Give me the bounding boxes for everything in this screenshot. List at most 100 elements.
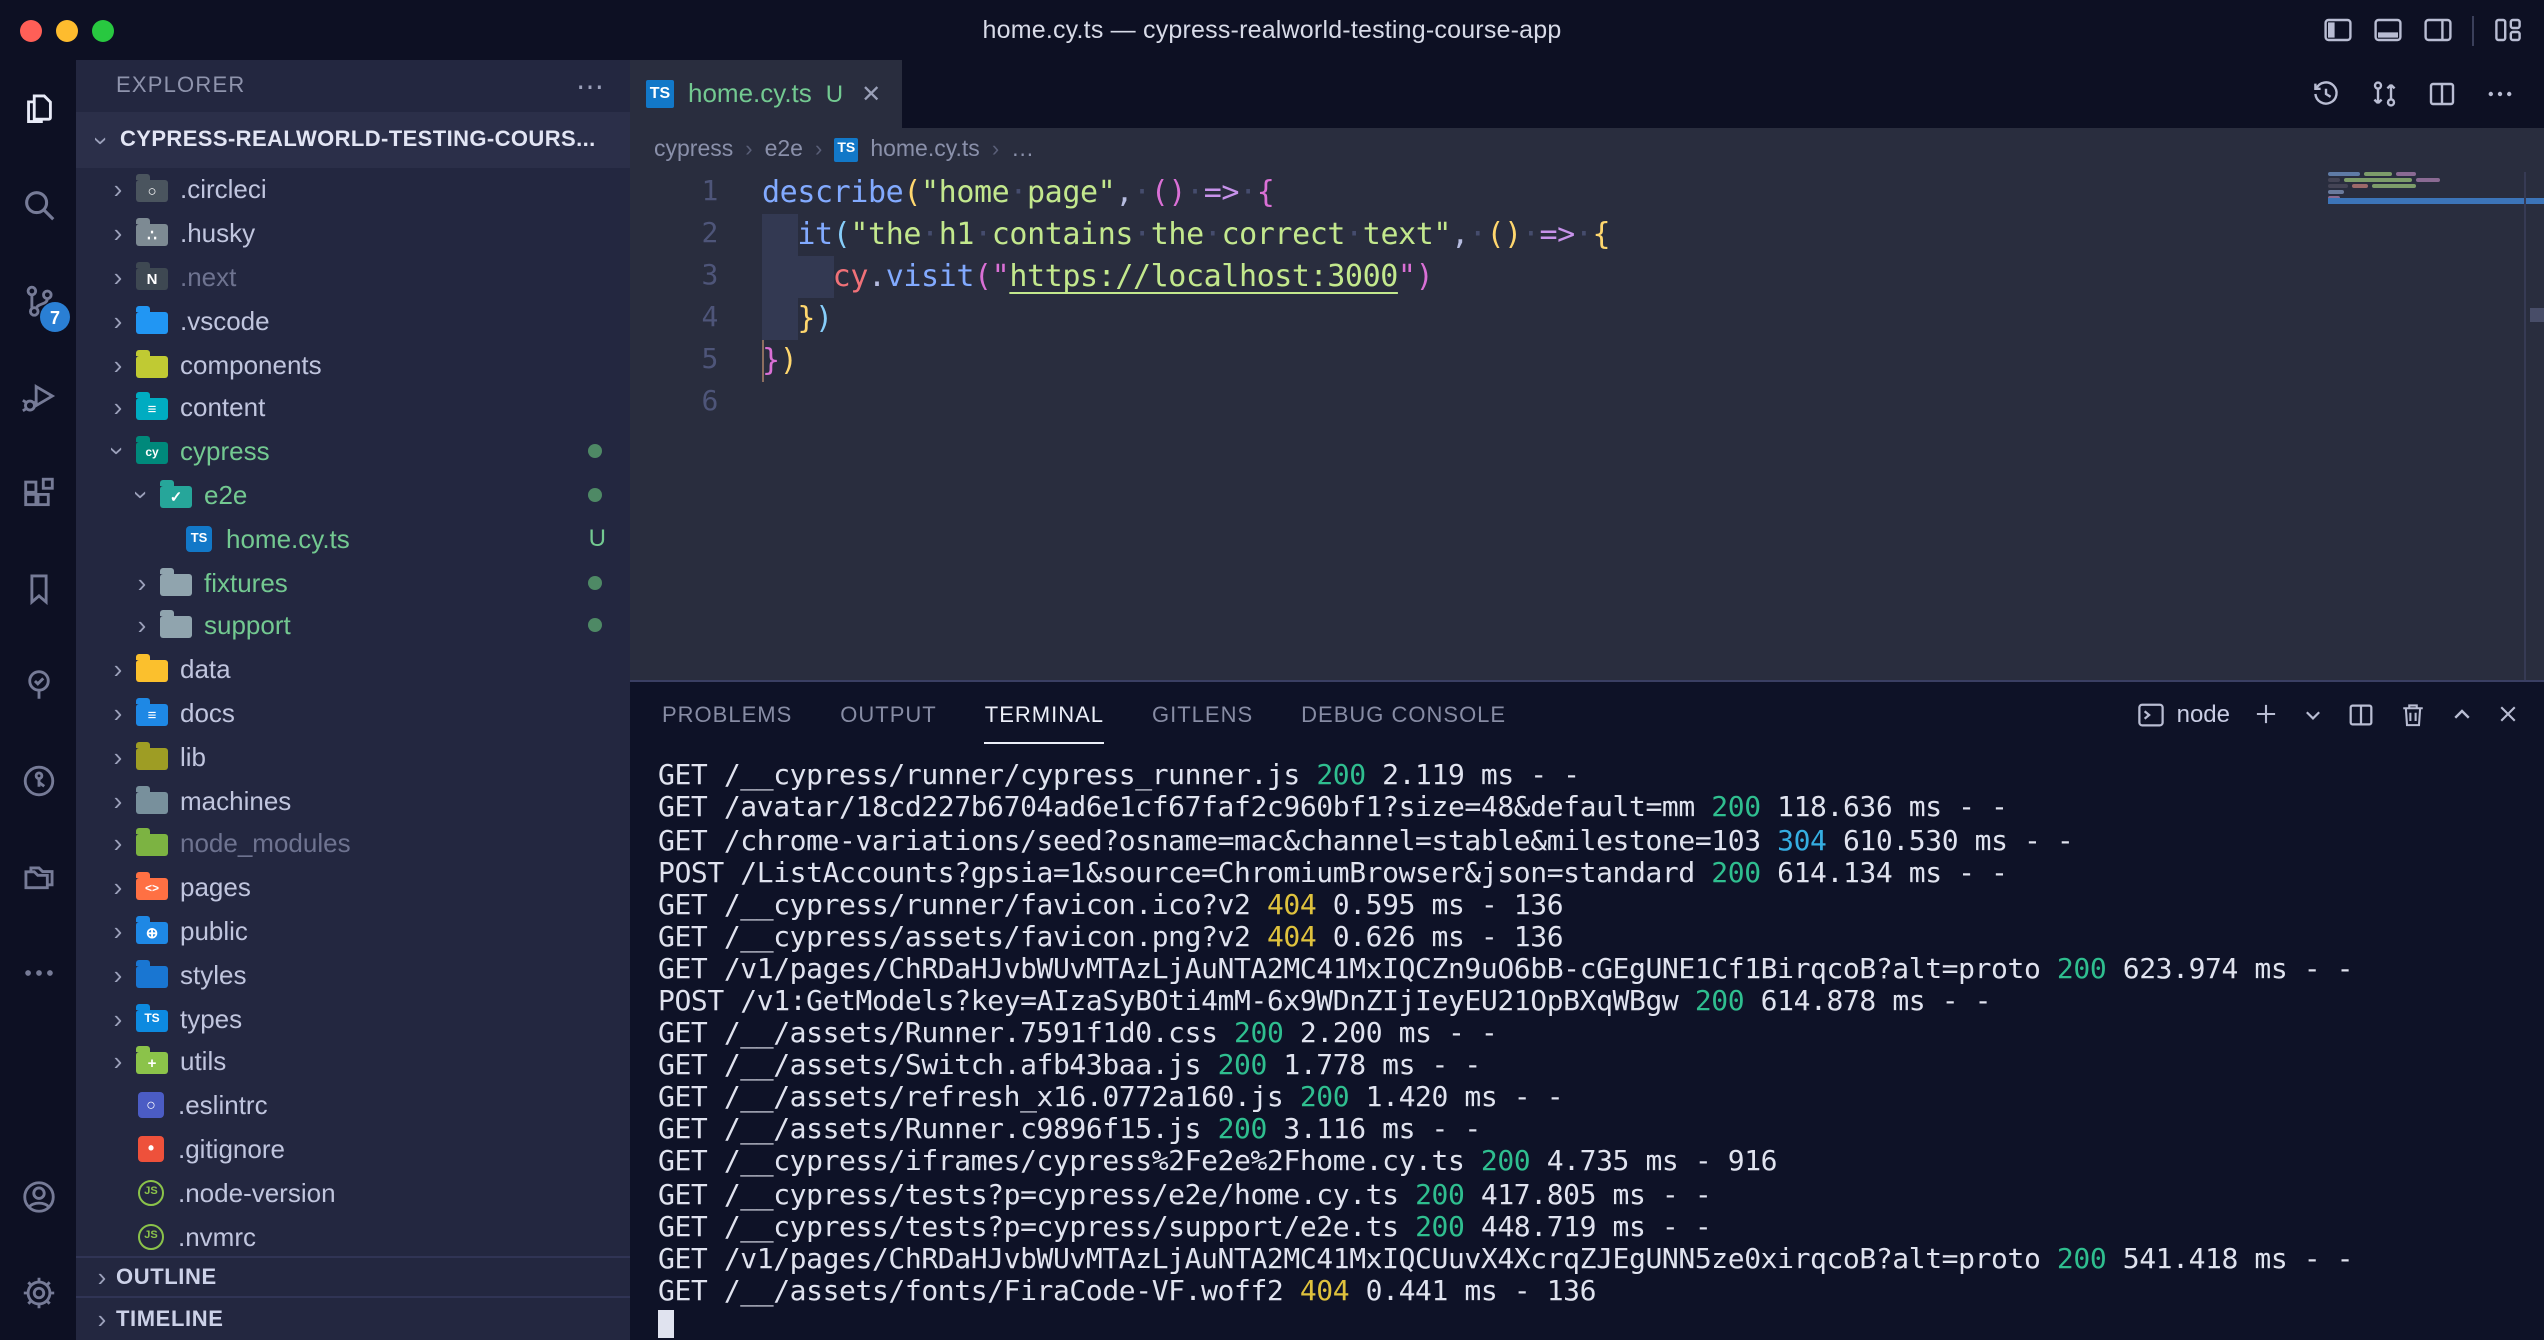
tree-item-gitignore[interactable]: •.gitignore — [76, 1127, 630, 1171]
split-terminal-icon[interactable] — [2346, 700, 2376, 730]
tree-item-cypress[interactable]: ›cycypress — [76, 430, 630, 474]
http-status: 200 — [1316, 761, 1365, 793]
panel-tab-terminal[interactable]: TERMINAL — [985, 686, 1104, 744]
chevron-right-icon: › — [104, 959, 132, 989]
explorer-sidebar: EXPLORER ⋯ › CYPRESS-REALWORLD-TESTING-C… — [76, 60, 630, 1340]
minimap[interactable] — [2328, 172, 2520, 202]
tree-item-e2e[interactable]: ›✓e2e — [76, 473, 630, 517]
code-line[interactable]: 6 — [630, 382, 2544, 424]
maximize-panel-chevron-icon[interactable] — [2450, 703, 2474, 727]
tree-item-components[interactable]: ›components — [76, 342, 630, 386]
terminal-line: GET /__/assets/fonts/FiraCode-VF.woff2 4… — [658, 1276, 2544, 1308]
terminal-output[interactable]: GET /__cypress/runner/cypress_runner.js … — [630, 747, 2544, 1340]
launch-profile-chevron-icon[interactable] — [2302, 704, 2324, 726]
breadcrumb-item[interactable]: … — [1011, 138, 1034, 162]
tab-home-cy-ts[interactable]: TS home.cy.ts U ✕ — [630, 60, 901, 128]
tree-item-data[interactable]: ›data — [76, 648, 630, 692]
tree-item-content[interactable]: ›≡content — [76, 386, 630, 430]
tree-item-vscode[interactable]: ›.vscode — [76, 299, 630, 343]
folder-icon: <> — [136, 878, 168, 900]
extensions-icon[interactable] — [0, 444, 76, 540]
views-and-more-actions-icon[interactable]: ⋯ — [576, 69, 606, 103]
tree-item-next[interactable]: ›N.next — [76, 255, 630, 299]
editor-scrollbar[interactable] — [2524, 172, 2544, 682]
more-actions-icon[interactable] — [2484, 78, 2516, 110]
http-status: 200 — [1415, 1211, 1464, 1243]
tree-item-types[interactable]: ›TStypes — [76, 996, 630, 1040]
panel-tab-problems[interactable]: PROBLEMS — [662, 687, 792, 743]
source-control-icon[interactable]: 7 — [0, 252, 76, 348]
breadcrumb-item[interactable]: e2e — [765, 138, 803, 162]
timeline-history-icon[interactable] — [2310, 78, 2342, 110]
workspace-root-item[interactable]: › CYPRESS-REALWORLD-TESTING-COURS... — [76, 112, 630, 168]
chevron-right-icon: › — [104, 829, 132, 859]
toggle-primary-sidebar-icon[interactable] — [2322, 14, 2354, 46]
zoom-window-button[interactable] — [92, 20, 114, 42]
terminal-line: GET /__/assets/Runner.7591f1d0.css 200 2… — [658, 1018, 2544, 1050]
tree-item-styles[interactable]: ›styles — [76, 953, 630, 997]
tree-item-label: public — [180, 916, 248, 946]
bottom-panel: PROBLEMS OUTPUT TERMINAL GITLENS DEBUG CONSO… — [630, 681, 2544, 1340]
terminal-line: GET /__cypress/runner/favicon.ico?v2 404… — [658, 889, 2544, 921]
manage-gear-icon[interactable] — [0, 1244, 76, 1340]
code-line[interactable]: 1describe("home·page",·()·=>·{ — [630, 172, 2544, 214]
panel-tab-debug-console[interactable]: DEBUG CONSOLE — [1301, 687, 1506, 743]
tree-item-node-modules[interactable]: ›node_modules — [76, 822, 630, 866]
chevron-down-icon: › — [87, 126, 117, 154]
tree-item-node-version[interactable]: JS.node-version — [76, 1171, 630, 1215]
toggle-secondary-sidebar-icon[interactable] — [2422, 14, 2454, 46]
customize-layout-icon[interactable] — [2492, 14, 2524, 46]
scrollbar-thumb[interactable] — [2530, 308, 2544, 322]
bookmarks-icon[interactable] — [0, 540, 76, 636]
compare-changes-icon[interactable] — [2368, 78, 2400, 110]
tree-item-circleci[interactable]: ›○.circleci — [76, 168, 630, 212]
editor-group: TS home.cy.ts U ✕ cypress›e2e›TShome.cy.… — [630, 60, 2544, 1340]
tree-item-eslintrc[interactable]: ○.eslintrc — [76, 1083, 630, 1127]
code-editor[interactable]: 1describe("home·page",·()·=>·{2··it("the… — [630, 172, 2544, 681]
code-line[interactable]: 5}) — [630, 340, 2544, 382]
chevron-right-icon: › — [104, 262, 132, 292]
close-icon[interactable]: ✕ — [861, 80, 881, 108]
indent-guide-highlight — [762, 214, 798, 340]
tree-item-pages[interactable]: ›<>pages — [76, 866, 630, 910]
chevron-right-icon: › — [104, 916, 132, 946]
gitlens-icon[interactable] — [0, 732, 76, 828]
split-editor-icon[interactable] — [2426, 78, 2458, 110]
code-line[interactable]: 2··it("the·h1·contains·the·correct·text"… — [630, 214, 2544, 256]
timeline-section[interactable]: › TIMELINE — [76, 1296, 630, 1340]
tree-item-husky[interactable]: ›∴.husky — [76, 212, 630, 256]
run-and-debug-icon[interactable] — [0, 348, 76, 444]
tree-item-fixtures[interactable]: ›fixtures — [76, 560, 630, 604]
additional-views-icon[interactable] — [0, 924, 76, 1020]
tree-item-docs[interactable]: ›≡docs — [76, 691, 630, 735]
minimize-window-button[interactable] — [56, 20, 78, 42]
breadcrumb-item[interactable]: home.cy.ts — [870, 138, 980, 162]
tree-item-public[interactable]: ›⊕public — [76, 909, 630, 953]
tree-item-home-cy-ts[interactable]: TShome.cy.tsU — [76, 517, 630, 561]
close-panel-icon[interactable] — [2496, 703, 2520, 727]
new-terminal-icon[interactable] — [2252, 701, 2280, 729]
chevron-right-icon: › — [104, 654, 132, 684]
tree-item-nvmrc[interactable]: JS.nvmrc — [76, 1214, 630, 1258]
close-window-button[interactable] — [20, 20, 42, 42]
explorer-icon[interactable] — [0, 60, 76, 156]
tree-item-machines[interactable]: ›machines — [76, 778, 630, 822]
shell-selector[interactable]: node — [2137, 700, 2230, 730]
accounts-icon[interactable] — [0, 1148, 76, 1244]
terminal-line: GET /chrome-variations/seed?osname=mac&c… — [658, 825, 2544, 857]
breadcrumb[interactable]: cypress›e2e›TShome.cy.ts›… — [630, 128, 2544, 172]
toggle-panel-icon[interactable] — [2372, 14, 2404, 46]
code-line[interactable]: 4··}) — [630, 298, 2544, 340]
panel-tab-output[interactable]: OUTPUT — [840, 687, 936, 743]
code-line[interactable]: 3····cy.visit("https://localhost:3000") — [630, 256, 2544, 298]
search-icon[interactable] — [0, 156, 76, 252]
tree-item-support[interactable]: ›support — [76, 604, 630, 648]
project-manager-icon[interactable] — [0, 828, 76, 924]
testing-tree-icon[interactable] — [0, 636, 76, 732]
outline-section[interactable]: › OUTLINE — [76, 1256, 630, 1296]
breadcrumb-item[interactable]: cypress — [654, 138, 733, 162]
kill-terminal-trash-icon[interactable] — [2398, 700, 2428, 730]
panel-tab-gitlens[interactable]: GITLENS — [1152, 687, 1253, 743]
tree-item-utils[interactable]: ›+utils — [76, 1040, 630, 1084]
tree-item-lib[interactable]: ›lib — [76, 735, 630, 779]
